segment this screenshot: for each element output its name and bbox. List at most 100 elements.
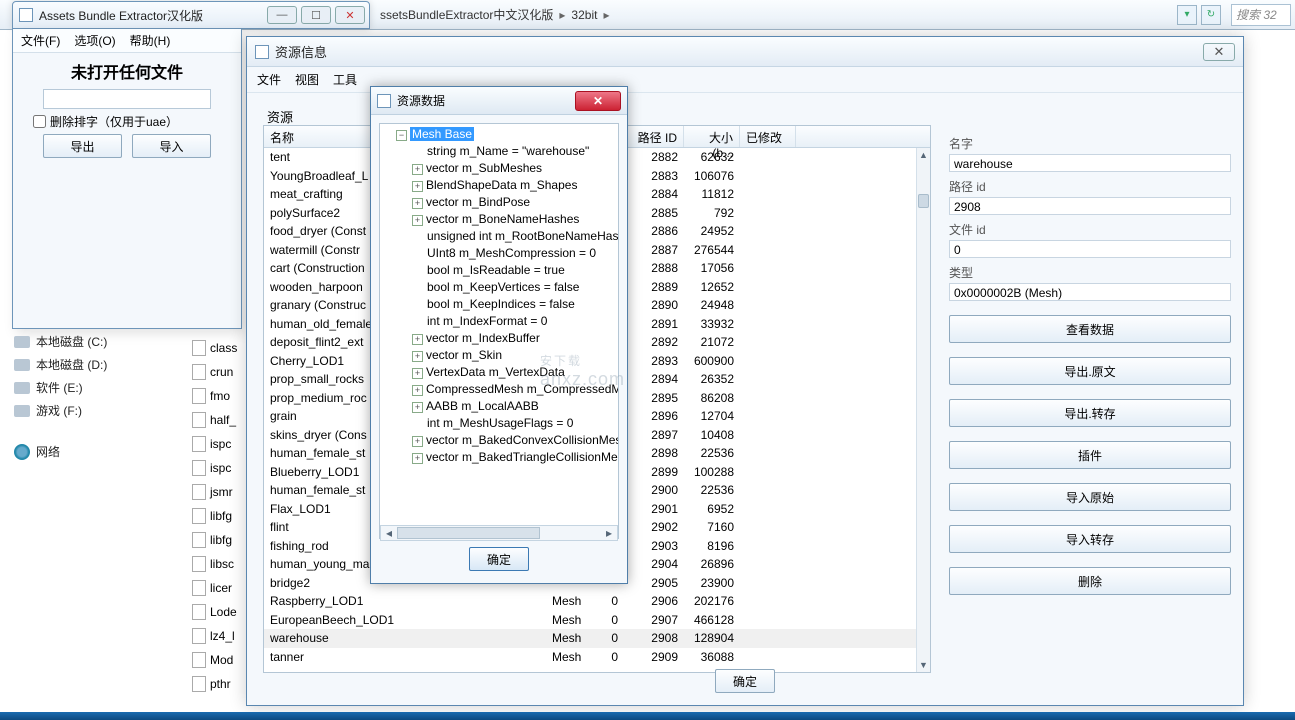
expand-icon[interactable]: + bbox=[412, 385, 423, 396]
tree-node[interactable]: +BlendShapeData m_Shapes bbox=[382, 177, 616, 194]
tree-node[interactable]: +vector m_BakedTriangleCollisionMes bbox=[382, 449, 616, 466]
file-item[interactable]: libfg bbox=[192, 528, 252, 552]
tree-node[interactable]: bool m_KeepVertices = false bbox=[382, 279, 616, 296]
expand-icon[interactable]: + bbox=[412, 402, 423, 413]
close-button[interactable]: ✕ bbox=[1203, 43, 1235, 61]
search-input[interactable]: 搜索 32 bbox=[1231, 4, 1291, 26]
col-modified[interactable]: 已修改 bbox=[740, 126, 796, 147]
vertical-scrollbar[interactable]: ▲ ▼ bbox=[916, 148, 930, 672]
scroll-thumb[interactable] bbox=[918, 194, 929, 208]
scroll-thumb[interactable] bbox=[397, 527, 540, 539]
ok-button[interactable]: 确定 bbox=[469, 547, 529, 571]
menu-options[interactable]: 选项(O) bbox=[74, 32, 115, 49]
file-item[interactable]: Mod bbox=[192, 648, 252, 672]
drive-item[interactable]: 本地磁盘 (C:) bbox=[2, 330, 162, 353]
table-row[interactable]: warehouseMesh02908128904 bbox=[264, 629, 916, 648]
file-item[interactable]: lz4_l bbox=[192, 624, 252, 648]
file-item[interactable]: class bbox=[192, 336, 252, 360]
file-item[interactable]: libsc bbox=[192, 552, 252, 576]
action-button[interactable]: 导出.原文 bbox=[949, 357, 1231, 385]
tree-node[interactable]: int m_IndexFormat = 0 bbox=[382, 313, 616, 330]
drive-item[interactable]: 本地磁盘 (D:) bbox=[2, 353, 162, 376]
import-button[interactable]: 导入 bbox=[132, 134, 211, 158]
action-button[interactable]: 删除 bbox=[949, 567, 1231, 595]
col-pathid[interactable]: 路径 ID bbox=[624, 126, 684, 147]
tree-node[interactable]: +vector m_SubMeshes bbox=[382, 160, 616, 177]
tree-node[interactable]: string m_Name = "warehouse" bbox=[382, 143, 616, 160]
table-row[interactable]: tannerMesh0290936088 bbox=[264, 648, 916, 667]
expand-icon[interactable]: + bbox=[412, 334, 423, 345]
close-button[interactable]: ✕ bbox=[575, 91, 621, 111]
expand-icon[interactable]: + bbox=[412, 164, 423, 175]
minimize-button[interactable]: — bbox=[267, 6, 297, 24]
horizontal-scrollbar[interactable]: ◂ ▸ bbox=[380, 525, 618, 541]
refresh-button[interactable]: ↻ bbox=[1201, 5, 1221, 25]
table-row[interactable]: Raspberry_LOD1Mesh02906202176 bbox=[264, 592, 916, 611]
tree-node[interactable]: +vector m_BakedConvexCollisionMesh bbox=[382, 432, 616, 449]
filter-input[interactable] bbox=[43, 89, 211, 109]
tree-node[interactable]: +VertexData m_VertexData bbox=[382, 364, 616, 381]
expand-icon[interactable]: + bbox=[412, 351, 423, 362]
drive-item[interactable]: 游戏 (F:) bbox=[2, 399, 162, 422]
tree-node[interactable]: +vector m_BindPose bbox=[382, 194, 616, 211]
file-item[interactable]: ispc bbox=[192, 432, 252, 456]
file-item[interactable]: jsmr bbox=[192, 480, 252, 504]
scroll-right-icon[interactable]: ▸ bbox=[601, 526, 617, 540]
tree-node[interactable]: bool m_IsReadable = true bbox=[382, 262, 616, 279]
detail-type-value[interactable]: 0x0000002B (Mesh) bbox=[949, 283, 1231, 301]
action-button[interactable]: 查看数据 bbox=[949, 315, 1231, 343]
remove-sort-checkbox[interactable] bbox=[33, 115, 46, 128]
scroll-up-icon[interactable]: ▲ bbox=[917, 148, 930, 162]
tree-node[interactable]: bool m_KeepIndices = false bbox=[382, 296, 616, 313]
expand-icon[interactable]: + bbox=[412, 436, 423, 447]
file-item[interactable]: half_ bbox=[192, 408, 252, 432]
tree-root[interactable]: Mesh Base bbox=[410, 127, 474, 141]
scroll-left-icon[interactable]: ◂ bbox=[381, 526, 397, 540]
tree-node[interactable]: unsigned int m_RootBoneNameHash bbox=[382, 228, 616, 245]
menu-view[interactable]: 视图 bbox=[295, 71, 319, 88]
breadcrumb-segment[interactable]: 32bit bbox=[571, 8, 597, 22]
file-item[interactable]: licer bbox=[192, 576, 252, 600]
dropdown-button[interactable]: ▾ bbox=[1177, 5, 1197, 25]
file-item[interactable]: Lode bbox=[192, 600, 252, 624]
tree-node[interactable]: +vector m_IndexBuffer bbox=[382, 330, 616, 347]
action-button[interactable]: 插件 bbox=[949, 441, 1231, 469]
menu-file[interactable]: 文件(F) bbox=[21, 32, 60, 49]
table-row[interactable]: EuropeanBeech_LOD1Mesh02907466128 bbox=[264, 611, 916, 630]
tree-node[interactable]: UInt8 m_MeshCompression = 0 bbox=[382, 245, 616, 262]
menu-help[interactable]: 帮助(H) bbox=[130, 32, 171, 49]
tree-node[interactable]: +vector m_Skin bbox=[382, 347, 616, 364]
tree-node[interactable]: +vector m_BoneNameHashes bbox=[382, 211, 616, 228]
file-item[interactable]: crun bbox=[192, 360, 252, 384]
expand-icon[interactable]: + bbox=[412, 181, 423, 192]
menu-file[interactable]: 文件 bbox=[257, 71, 281, 88]
expand-icon[interactable]: + bbox=[412, 198, 423, 209]
collapse-icon[interactable]: − bbox=[396, 130, 407, 141]
expand-icon[interactable]: + bbox=[412, 453, 423, 464]
drive-item[interactable]: 软件 (E:) bbox=[2, 376, 162, 399]
file-item[interactable]: pthr bbox=[192, 672, 252, 696]
tree-node[interactable]: int m_MeshUsageFlags = 0 bbox=[382, 415, 616, 432]
ok-button[interactable]: 确定 bbox=[715, 669, 775, 693]
scroll-down-icon[interactable]: ▼ bbox=[917, 658, 930, 672]
action-button[interactable]: 导入原始 bbox=[949, 483, 1231, 511]
expand-icon[interactable]: + bbox=[412, 215, 423, 226]
maximize-button[interactable]: ☐ bbox=[301, 6, 331, 24]
tree-node[interactable]: +AABB m_LocalAABB bbox=[382, 398, 616, 415]
detail-fileid-value[interactable]: 0 bbox=[949, 240, 1231, 258]
file-item[interactable]: ispc bbox=[192, 456, 252, 480]
action-button[interactable]: 导入转存 bbox=[949, 525, 1231, 553]
file-item[interactable]: libfg bbox=[192, 504, 252, 528]
menu-tools[interactable]: 工具 bbox=[333, 71, 357, 88]
action-button[interactable]: 导出.转存 bbox=[949, 399, 1231, 427]
close-button[interactable]: ✕ bbox=[335, 6, 365, 24]
detail-pathid-value[interactable]: 2908 bbox=[949, 197, 1231, 215]
file-item[interactable]: fmo bbox=[192, 384, 252, 408]
expand-icon[interactable]: + bbox=[412, 368, 423, 379]
network-item[interactable]: 网络 bbox=[2, 440, 162, 463]
detail-name-value[interactable]: warehouse bbox=[949, 154, 1231, 172]
tree-node[interactable]: +CompressedMesh m_CompressedMe bbox=[382, 381, 616, 398]
tree-view[interactable]: −Mesh Base string m_Name = "warehouse"+v… bbox=[379, 123, 619, 539]
export-button[interactable]: 导出 bbox=[43, 134, 122, 158]
breadcrumb-segment[interactable]: ssetsBundleExtractor中文汉化版 bbox=[380, 6, 553, 23]
